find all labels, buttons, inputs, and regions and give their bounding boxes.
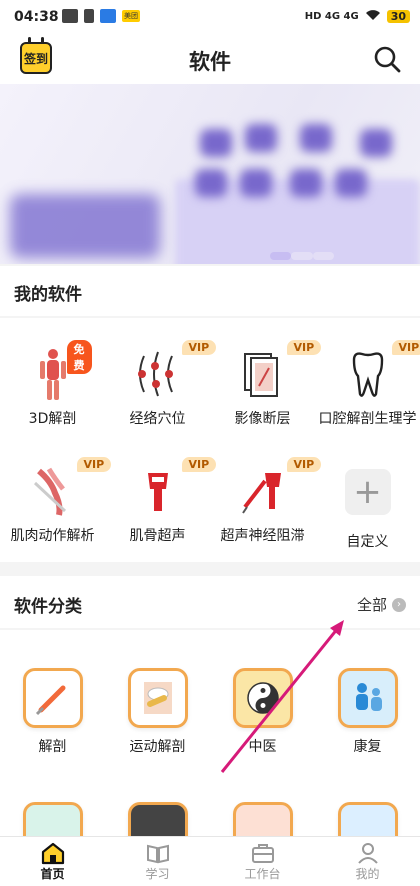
- tab-home[interactable]: 首页: [0, 837, 105, 886]
- tab-label: 学习: [145, 867, 170, 881]
- tab-mine[interactable]: 我的: [315, 837, 420, 886]
- annotation-arrow: [220, 620, 344, 773]
- tab-label: 首页: [40, 867, 65, 881]
- tab-workbench[interactable]: 工作台: [210, 837, 315, 886]
- tab-study[interactable]: 学习: [105, 837, 210, 886]
- home-icon: [40, 841, 66, 865]
- person-icon: [355, 841, 381, 865]
- book-icon: [145, 841, 171, 865]
- tab-label: 我的: [355, 867, 380, 881]
- tab-label: 工作台: [244, 867, 281, 881]
- briefcase-icon: [250, 841, 276, 865]
- bottom-tab-bar: 首页 学习 工作台 我的: [0, 836, 420, 886]
